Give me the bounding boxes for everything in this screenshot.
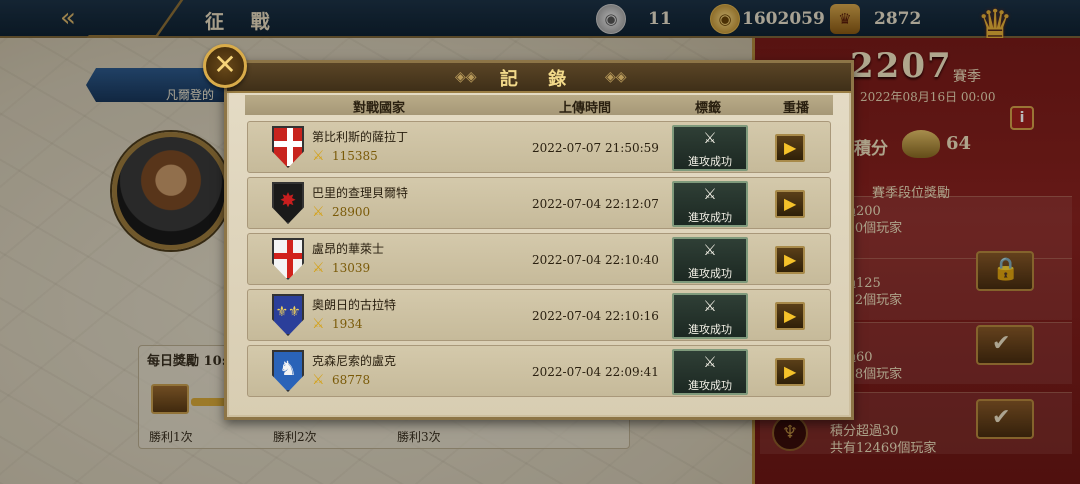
- opponent-name: 第比利斯的薩拉丁: [312, 130, 409, 144]
- modal-title: 記 錄: [499, 69, 579, 90]
- play-icon: ▶: [784, 250, 797, 269]
- blue-griffin-shield-icon: ♞: [272, 350, 304, 392]
- blue-fleur-de-lis-shield-icon: ⚜⚜: [272, 294, 304, 336]
- red-white-cross-shield-icon: [272, 126, 304, 168]
- black-red-beast-shield-icon: ✸: [272, 182, 304, 224]
- crossed-swords-icon: ⚔: [703, 297, 717, 315]
- tag-text: 進攻成功: [688, 379, 732, 392]
- opponent-power: 68778: [332, 373, 371, 387]
- ornament-icon: ◈◈: [605, 69, 627, 85]
- table-row[interactable]: 第比利斯的薩拉丁 ⚔ 115385 2022-07-07 21:50:59 ⚔ …: [247, 121, 831, 173]
- replay-button[interactable]: ▶: [775, 302, 805, 330]
- table-row[interactable]: ⚜⚜ 奧朗日的古拉特 ⚔ 1934 2022-07-04 22:10:16 ⚔ …: [247, 289, 831, 341]
- tag-badge: ⚔ 進攻成功: [672, 181, 748, 227]
- col-replay: 重播: [783, 101, 810, 116]
- crossed-swords-icon: ⚔: [703, 129, 717, 147]
- opponent-power: 13039: [332, 261, 371, 275]
- crossed-swords-icon: ⚔: [703, 185, 717, 203]
- opponent-name: 奧朗日的古拉特: [312, 298, 397, 312]
- opponent-name: 克森尼索的盧克: [312, 354, 397, 368]
- opponent-name: 盧昂的華萊士: [312, 242, 385, 256]
- close-button[interactable]: ✕: [203, 44, 247, 88]
- col-tag: 標籤: [695, 101, 722, 116]
- crossed-swords-icon: ⚔: [312, 148, 325, 164]
- crossed-swords-icon: ⚔: [703, 353, 717, 371]
- crossed-swords-icon: ⚔: [312, 372, 325, 388]
- opponent-power: 1934: [332, 317, 363, 331]
- play-icon: ▶: [784, 194, 797, 213]
- tag-text: 進攻成功: [688, 211, 732, 224]
- replay-button[interactable]: ▶: [775, 134, 805, 162]
- upload-time: 2022-07-04 22:12:07: [532, 197, 659, 211]
- tag-text: 進攻成功: [688, 155, 732, 168]
- crossed-swords-icon: ⚔: [312, 260, 325, 276]
- opponent-power: 115385: [332, 149, 378, 163]
- replay-button[interactable]: ▶: [775, 358, 805, 386]
- replay-button[interactable]: ▶: [775, 190, 805, 218]
- upload-time: 2022-07-07 21:50:59: [532, 141, 659, 155]
- table-row[interactable]: ✸ 巴里的查理貝爾特 ⚔ 28900 2022-07-04 22:12:07 ⚔…: [247, 177, 831, 229]
- upload-time: 2022-07-04 22:10:40: [532, 253, 659, 267]
- upload-time: 2022-07-04 22:09:41: [532, 365, 659, 379]
- table-header: 對戰國家 上傳時間 標籤 重播: [245, 95, 833, 116]
- upload-time: 2022-07-04 22:10:16: [532, 309, 659, 323]
- tag-text: 進攻成功: [688, 267, 732, 280]
- tag-badge: ⚔ 進攻成功: [672, 237, 748, 283]
- opponent-power: 28900: [332, 205, 371, 219]
- col-nation: 對戰國家: [353, 101, 406, 116]
- play-icon: ▶: [784, 306, 797, 325]
- crossed-swords-icon: ⚔: [703, 241, 717, 259]
- crossed-swords-icon: ⚔: [312, 204, 325, 220]
- play-icon: ▶: [784, 138, 797, 157]
- record-modal: ◈◈ 記 錄 ◈◈ 對戰國家 上傳時間 標籤 重播 第比利斯的薩拉丁 ⚔ 115…: [224, 60, 854, 420]
- crossed-swords-icon: ⚔: [312, 316, 325, 332]
- white-red-cross-shield-icon: [272, 238, 304, 280]
- col-time: 上傳時間: [559, 101, 612, 116]
- tag-badge: ⚔ 進攻成功: [672, 293, 748, 339]
- opponent-name: 巴里的查理貝爾特: [312, 186, 409, 200]
- tag-badge: ⚔ 進攻成功: [672, 125, 748, 171]
- play-icon: ▶: [784, 362, 797, 381]
- tag-badge: ⚔ 進攻成功: [672, 349, 748, 395]
- tag-text: 進攻成功: [688, 323, 732, 336]
- replay-button[interactable]: ▶: [775, 246, 805, 274]
- table-row[interactable]: 盧昂的華萊士 ⚔ 13039 2022-07-04 22:10:40 ⚔ 進攻成…: [247, 233, 831, 285]
- close-icon: ✕: [213, 48, 237, 81]
- table-row[interactable]: ♞ 克森尼索的盧克 ⚔ 68778 2022-07-04 22:09:41 ⚔ …: [247, 345, 831, 397]
- modal-header: ◈◈ 記 錄 ◈◈: [227, 63, 851, 93]
